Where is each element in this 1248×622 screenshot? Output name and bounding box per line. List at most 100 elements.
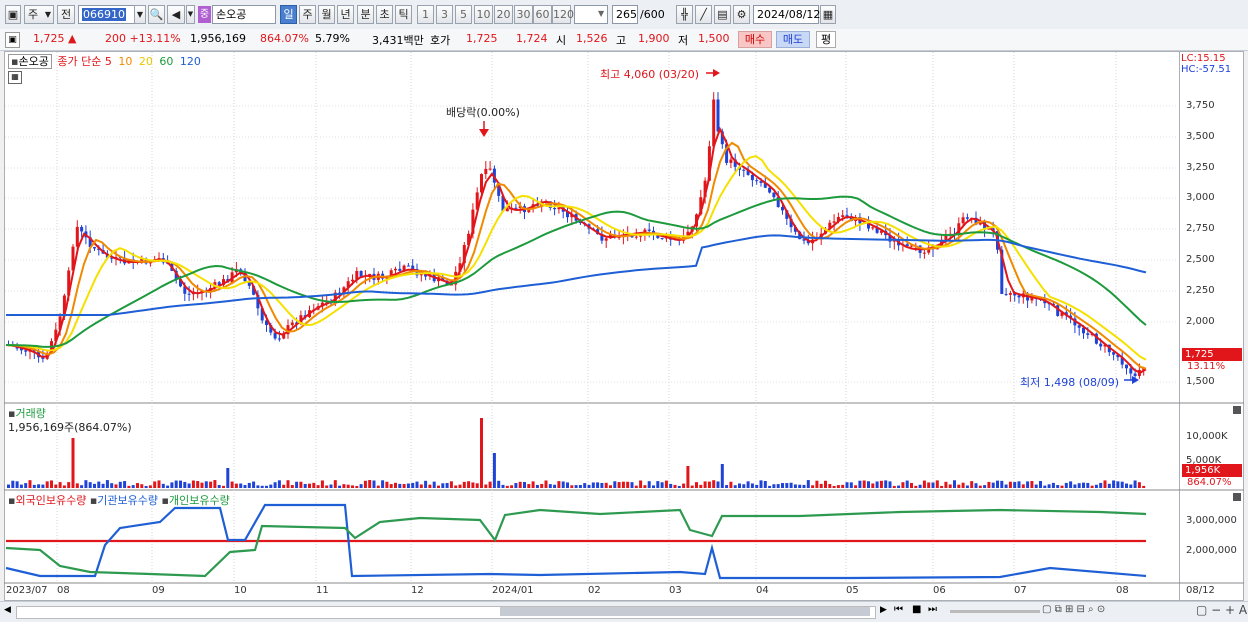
volume-bar: [1056, 485, 1060, 488]
volume-bar: [944, 481, 948, 488]
volume-bar: [1008, 481, 1012, 488]
volume-bar: [161, 483, 165, 488]
volume-bar: [260, 485, 264, 488]
volume-bar: [824, 480, 827, 488]
zoom-controls[interactable]: ▢ − + A: [1196, 603, 1247, 617]
candle-body: [712, 99, 716, 147]
volume-bar: [394, 482, 397, 488]
candle-body: [394, 268, 397, 271]
candle-body: [411, 265, 415, 269]
volume-bar: [97, 481, 101, 488]
volume-bar: [467, 481, 471, 488]
ma-5-legend: 5: [104, 55, 112, 68]
volume-bar: [974, 483, 978, 488]
volume-bar: [892, 485, 896, 488]
volume-bar: [273, 482, 277, 488]
x-label: 10: [234, 585, 247, 596]
volume-bar: [140, 484, 144, 488]
candle-body: [634, 236, 638, 238]
last-pct-tag: 13.11%: [1187, 361, 1226, 372]
holding-pane-close-icon[interactable]: [1233, 493, 1241, 501]
ma-20-legend: 20: [138, 55, 153, 68]
volume-bar: [355, 485, 359, 488]
volume-bar: [37, 484, 41, 488]
volume-bar: [617, 482, 621, 488]
volume-bar: [540, 483, 544, 488]
scroll-thumb[interactable]: [500, 607, 870, 616]
volume-bar: [213, 480, 217, 488]
volume-bar: [458, 484, 462, 488]
candle-body: [277, 338, 281, 340]
volume-bar: [71, 438, 75, 488]
volume-bar: [621, 481, 625, 488]
volume-bar: [940, 485, 944, 488]
volume-bar: [50, 480, 53, 488]
volume-bar: [179, 480, 182, 488]
volume-bar: [811, 485, 815, 488]
x-label: 2023/07: [6, 585, 48, 596]
volume-bar: [828, 484, 832, 488]
candle-body: [187, 293, 191, 295]
volume-bar: [1090, 485, 1094, 488]
volume-bar: [1094, 484, 1098, 488]
volume-bar: [664, 480, 668, 488]
volume-bar: [200, 482, 204, 488]
volume-bar: [299, 481, 303, 488]
x-label: 06: [933, 585, 946, 596]
rewind-icon[interactable]: ⏮: [894, 604, 903, 615]
candle-body: [488, 168, 492, 170]
volume-bar: [570, 485, 574, 488]
volume-bar: [1013, 482, 1017, 488]
candle-body: [841, 215, 845, 217]
volume-bar: [553, 484, 557, 488]
scroll-left-icon[interactable]: ◀: [4, 605, 11, 615]
volume-bar: [265, 485, 268, 488]
volume-bar: [437, 485, 440, 488]
volume-bar: [1021, 484, 1025, 488]
volume-bar: [424, 480, 428, 488]
price-tick: 3,500: [1186, 131, 1215, 142]
volume-bar: [557, 481, 561, 488]
volume-pane-close-icon[interactable]: [1233, 406, 1241, 414]
volume-bar: [123, 481, 127, 488]
volume-bar: [93, 483, 96, 488]
volume-bar: [699, 484, 703, 488]
volume-bar: [196, 481, 200, 488]
ma-20-line: [5, 155, 1147, 361]
candle-body: [768, 187, 772, 193]
volume-bar: [518, 481, 522, 488]
volume-bar: [398, 483, 402, 488]
volume-bar: [987, 481, 991, 488]
grid-toggle-icon[interactable]: ▦: [8, 71, 22, 84]
volume-bar: [1082, 482, 1085, 488]
candle-body: [359, 271, 363, 277]
volume-bar: [1004, 484, 1008, 488]
volume-bar: [686, 466, 690, 488]
volume-bar: [604, 482, 608, 488]
chart-stock-tab[interactable]: ▪손오공: [8, 54, 52, 69]
scroll-right-icon[interactable]: ▶: [880, 605, 887, 615]
volume-bar: [75, 483, 79, 488]
x-label: 02: [588, 585, 601, 596]
candle-body: [1133, 373, 1137, 376]
candle-body: [871, 227, 875, 229]
candle-body: [750, 174, 754, 181]
chart-options-icons[interactable]: ▢ ⧉ ⊞ ⊟ ⌕ ⊙: [1042, 604, 1105, 615]
volume-bar: [183, 481, 187, 488]
zoom-slider[interactable]: [950, 610, 1040, 613]
volume-bar: [1129, 484, 1133, 488]
candle-body: [24, 350, 28, 352]
volume-bar: [707, 481, 711, 488]
ma-5-line: [5, 126, 1147, 374]
ma-10-legend: 10: [118, 55, 133, 68]
volume-bar: [230, 481, 234, 488]
volume-bar: [19, 484, 23, 488]
volume-bar: [746, 481, 750, 488]
stop-icon[interactable]: ■: [912, 604, 921, 615]
volume-bar: [849, 482, 853, 488]
forward-icon[interactable]: ⏭: [928, 604, 937, 615]
volume-bar: [613, 481, 617, 488]
volume-bar: [118, 481, 122, 488]
volume-bar: [776, 484, 780, 488]
volume-bar: [1043, 485, 1047, 488]
